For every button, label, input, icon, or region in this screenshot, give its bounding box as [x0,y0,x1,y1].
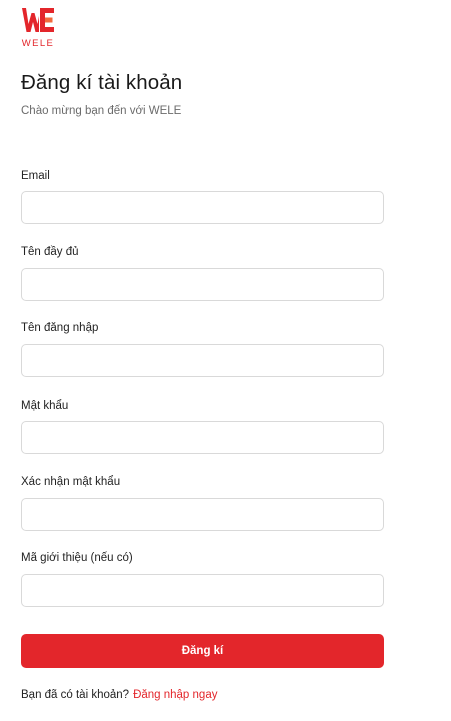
register-button[interactable]: Đăng kí [21,634,384,668]
logo-wordmark: WELE [21,38,55,49]
wele-logo: WELE [21,5,55,49]
page-title: Đăng kí tài khoản [21,71,183,94]
login-prompt-text: Bạn đã có tài khoản? [21,689,130,701]
referral-code-field[interactable] [21,574,384,607]
full-name-label: Tên đầy đủ [21,246,79,258]
full-name-field[interactable] [21,268,384,301]
signup-page: WELE Đăng kí tài khoản Chào mừng bạn đến… [0,0,451,721]
referral-code-label: Mã giới thiệu (nếu có) [21,552,133,564]
email-label: Email [21,170,50,182]
password-field[interactable] [21,421,384,454]
login-prompt: Bạn đã có tài khoản? Đăng nhập ngay [21,689,217,701]
username-label: Tên đăng nhập [21,322,99,334]
confirm-password-label: Xác nhận mật khẩu [21,476,121,488]
page-subtitle: Chào mừng bạn đến với WELE [21,105,182,117]
wele-logo-icon [22,8,54,32]
password-label: Mật khẩu [21,400,69,412]
email-field[interactable] [21,191,384,224]
username-field[interactable] [21,344,384,377]
confirm-password-field[interactable] [21,498,384,531]
login-link[interactable]: Đăng nhập ngay [133,689,217,701]
